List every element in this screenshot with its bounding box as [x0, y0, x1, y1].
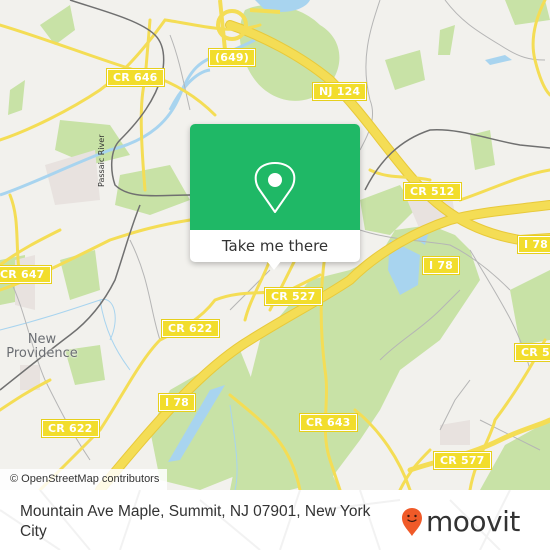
popup-header	[190, 124, 360, 230]
take-me-there-button[interactable]: Take me there	[190, 230, 360, 262]
map-attribution[interactable]: © OpenStreetMap contributors	[0, 469, 168, 490]
road-shield-i78-mid: I 78	[421, 256, 461, 275]
road-shield-cr646: CR 646	[106, 68, 165, 87]
road-shield-i78-west: I 78	[157, 393, 197, 412]
road-shield-i78-east: I 78	[516, 235, 550, 254]
road-shield-cr643: CR 643	[299, 413, 358, 432]
moovit-logo[interactable]: moovit	[400, 502, 520, 542]
road-shield-cr622-mid: CR 622	[161, 319, 220, 338]
moovit-smiley-pin-icon	[402, 508, 422, 536]
road-shield-cr527: CR 527	[264, 287, 323, 306]
river-label-passaic: Passaic River	[97, 134, 106, 188]
address-text: Mountain Ave Maple, Summit, NJ 07901, Ne…	[20, 503, 371, 540]
road-shield-cr622-west: CR 622	[41, 419, 100, 438]
road-shield-cr647: CR 647	[0, 265, 52, 284]
road-shield-649: (649)	[207, 48, 257, 67]
location-popup: Take me there	[190, 124, 360, 270]
popup-pointer	[266, 260, 282, 270]
road-shield-cr577: CR 577	[433, 451, 492, 470]
place-label-new-providence: New Providence	[6, 332, 78, 361]
map-view[interactable]: CR 646 (649) NJ 124 CR 512 I 78 I 78 CR …	[0, 0, 550, 490]
map-pin-icon	[254, 162, 296, 213]
road-shield-cr512: CR 512	[403, 182, 462, 201]
road-shield-nj124: NJ 124	[311, 82, 368, 101]
moovit-wordmark: moovit	[426, 505, 520, 538]
road-shield-cr57x: CR 57	[514, 343, 550, 362]
footer: Mountain Ave Maple, Summit, NJ 07901, Ne…	[0, 490, 550, 550]
